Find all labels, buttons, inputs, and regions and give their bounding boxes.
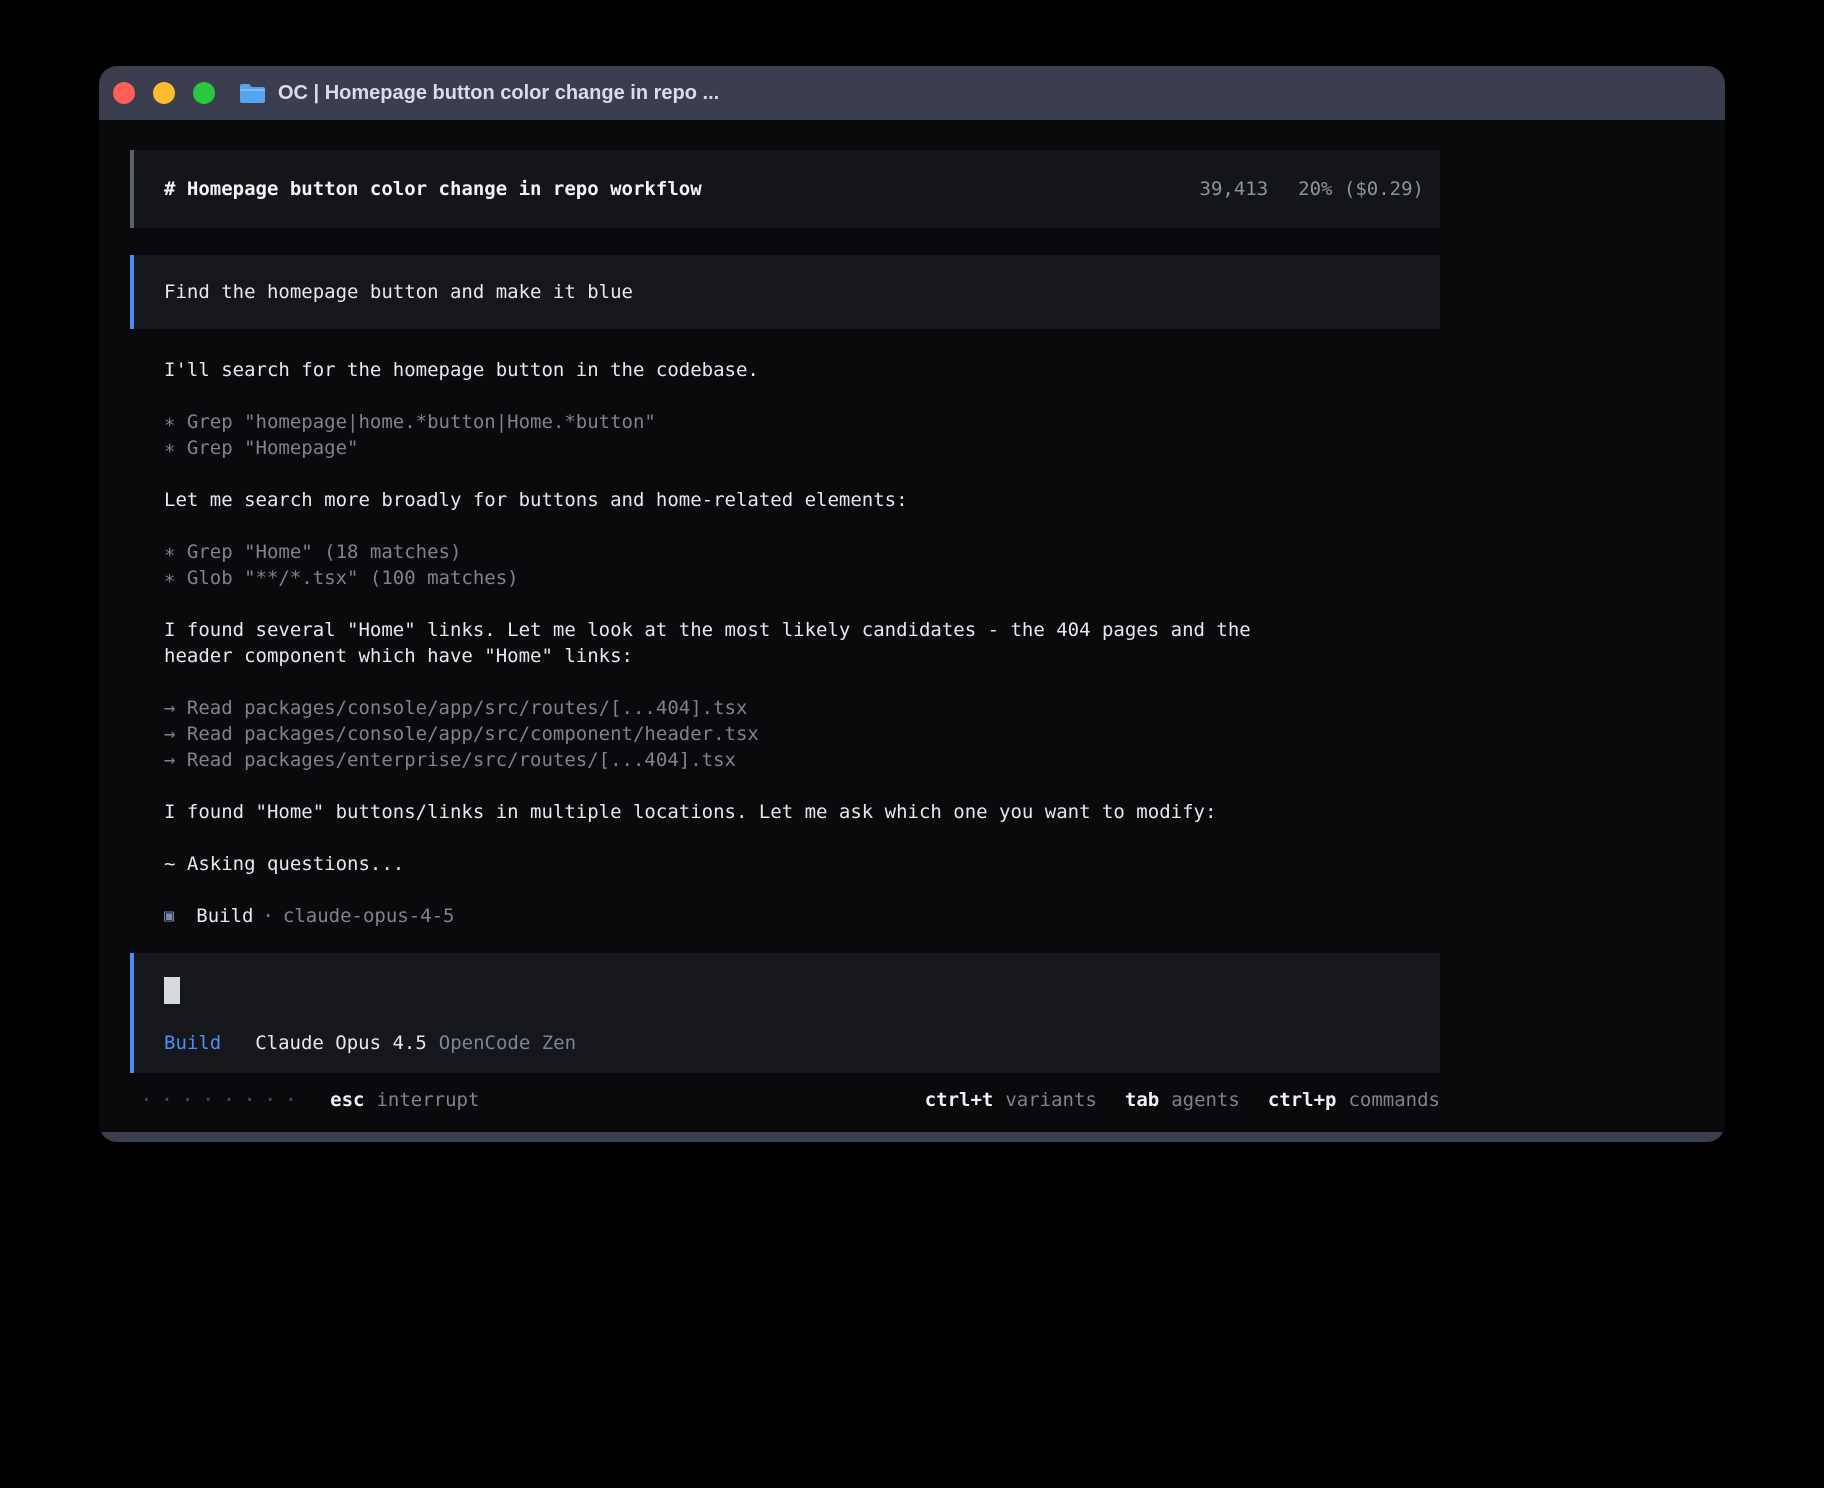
user-message-block: Find the homepage button and make it blu…	[130, 255, 1440, 329]
tool-call-grep: ∗ Grep "Home" (18 matches)	[164, 539, 1440, 565]
agent-mode-icon: ▣	[164, 903, 174, 929]
keyboard-hints: ctrl+t variants tab agents ctrl+p comman…	[925, 1087, 1440, 1113]
hint-agents: tab agents	[1125, 1087, 1240, 1113]
terminal-screen: # Homepage button color change in repo w…	[99, 120, 1725, 1132]
agents-label: agents	[1171, 1087, 1240, 1113]
tool-call-group: ∗ Grep "Home" (18 matches) ∗ Glob "**/*.…	[164, 539, 1440, 591]
assistant-text: I'll search for the homepage button in t…	[164, 357, 1440, 383]
mode-selector[interactable]: Build	[164, 1030, 221, 1056]
status-bar: ········ esc interrupt ctrl+t variants t…	[130, 1087, 1440, 1113]
assistant-text: Let me search more broadly for buttons a…	[164, 487, 1440, 513]
tool-call-read: → Read packages/console/app/src/componen…	[164, 721, 1440, 747]
app-window: OC | Homepage button color change in rep…	[99, 66, 1725, 1142]
working-status: ~ Asking questions...	[164, 851, 1440, 877]
esc-hint: esc interrupt	[330, 1087, 479, 1113]
tool-call-group: → Read packages/console/app/src/routes/[…	[164, 695, 1440, 773]
commands-label: commands	[1348, 1087, 1440, 1113]
tool-call-grep: ∗ Grep "homepage|home.*button|Home.*butt…	[164, 409, 1440, 435]
hint-commands: ctrl+p commands	[1268, 1087, 1440, 1113]
agent-separator: ·	[262, 903, 273, 929]
close-button[interactable]	[113, 82, 135, 104]
traffic-lights	[113, 82, 215, 104]
text-cursor	[164, 977, 180, 1004]
model-provider: OpenCode Zen	[439, 1030, 576, 1056]
tool-call-grep: ∗ Grep "Homepage"	[164, 435, 1440, 461]
session-meta: 39,413 20% ($0.29)	[1200, 176, 1424, 202]
tool-call-read: → Read packages/enterprise/src/routes/[.…	[164, 747, 1440, 773]
titlebar[interactable]: OC | Homepage button color change in rep…	[99, 66, 1725, 120]
folder-icon	[239, 82, 266, 104]
agent-mode-name: Build	[196, 903, 253, 929]
zoom-button[interactable]	[193, 82, 215, 104]
context-cost: 20% ($0.29)	[1298, 176, 1424, 202]
esc-key: esc	[330, 1087, 364, 1113]
assistant-text: I found several "Home" links. Let me loo…	[164, 617, 1440, 669]
tab-key: tab	[1125, 1087, 1159, 1113]
agent-status-line: ▣ Build · claude-opus-4-5	[164, 903, 1440, 929]
tool-call-read: → Read packages/console/app/src/routes/[…	[164, 695, 1440, 721]
hint-variants: ctrl+t variants	[925, 1087, 1097, 1113]
spinner-dots: ········	[140, 1087, 305, 1113]
assistant-text: I found "Home" buttons/links in multiple…	[164, 799, 1440, 825]
tool-call-glob: ∗ Glob "**/*.tsx" (100 matches)	[164, 565, 1440, 591]
session-title: # Homepage button color change in repo w…	[164, 176, 702, 202]
token-count: 39,413	[1200, 176, 1269, 202]
model-selector[interactable]: Claude Opus 4.5	[255, 1030, 427, 1056]
prompt-input[interactable]: Build Claude Opus 4.5 OpenCode Zen	[130, 953, 1440, 1073]
window-title: OC | Homepage button color change in rep…	[278, 82, 719, 105]
minimize-button[interactable]	[153, 82, 175, 104]
tool-call-group: ∗ Grep "homepage|home.*button|Home.*butt…	[164, 409, 1440, 461]
session-header: # Homepage button color change in repo w…	[130, 150, 1440, 228]
session-content: # Homepage button color change in repo w…	[130, 120, 1440, 1113]
esc-label: interrupt	[376, 1087, 479, 1113]
user-message-text: Find the homepage button and make it blu…	[164, 279, 633, 305]
variants-label: variants	[1005, 1087, 1097, 1113]
input-meta-row: Build Claude Opus 4.5 OpenCode Zen	[164, 1030, 1440, 1056]
ctrl-t-key: ctrl+t	[925, 1087, 994, 1113]
agent-model-name: claude-opus-4-5	[283, 903, 455, 929]
ctrl-p-key: ctrl+p	[1268, 1087, 1337, 1113]
